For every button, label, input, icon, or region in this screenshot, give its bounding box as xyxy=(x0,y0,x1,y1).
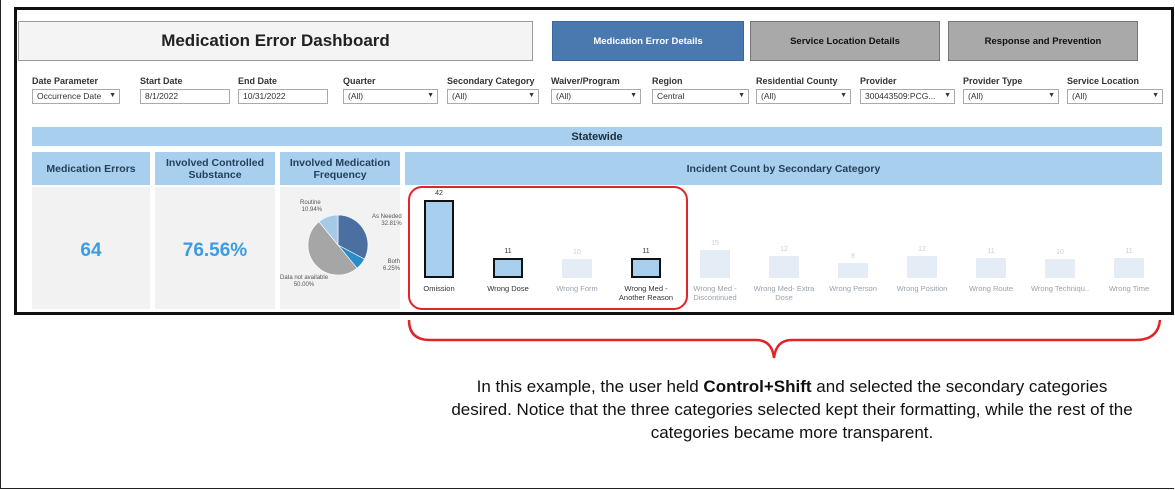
filter-value: (All) xyxy=(1072,91,1088,101)
filter-date-input[interactable]: 10/31/2022 xyxy=(238,89,328,104)
category-label[interactable]: Wrong Route xyxy=(956,284,1026,293)
filter-label: Region xyxy=(652,76,683,86)
pie-label-routine: Routine 10.94% xyxy=(300,200,323,213)
filter-dropdown[interactable]: Central ▼ xyxy=(652,89,749,104)
bar-wrong-position[interactable] xyxy=(907,255,937,278)
tab-medication-error-details[interactable]: Medication Error Details xyxy=(552,21,744,61)
filter-dropdown[interactable]: (All) ▼ xyxy=(343,89,438,104)
kpi-title-controlled-substance: Involved Controlled Substance xyxy=(155,152,275,185)
kpi-value-medication-errors: 64 xyxy=(80,240,102,261)
bar-value-label: 12 xyxy=(918,245,926,253)
filter-label: Date Parameter xyxy=(32,76,99,86)
filter-provider-type: Provider Type (All) ▼ xyxy=(963,76,1059,104)
filter-start-date: Start Date 8/1/2022 xyxy=(140,76,230,104)
filter-dropdown[interactable]: (All) ▼ xyxy=(963,89,1059,104)
caption-text: In this example, the user held Control+S… xyxy=(451,377,1133,442)
bar-value-label: 11 xyxy=(1125,247,1133,255)
filter-secondary-category: Secondary Category (All) ▼ xyxy=(447,76,539,104)
filter-label: Residential County xyxy=(756,76,838,86)
filter-value: (All) xyxy=(761,91,777,101)
tab-response-and-prevention[interactable]: Response and Prevention xyxy=(948,21,1138,61)
filter-region: Region Central ▼ xyxy=(652,76,749,104)
filter-value: Central xyxy=(657,91,685,101)
bar-value-label: 15 xyxy=(711,240,719,248)
category-label[interactable]: Wrong Med- Extra Dose xyxy=(749,284,819,302)
filter-dropdown[interactable]: (All) ▼ xyxy=(756,89,851,104)
chevron-down-icon: ▼ xyxy=(944,92,951,99)
chart-title: Incident Count by Secondary Category xyxy=(405,152,1162,185)
pie-label-both: Both 6.25% xyxy=(383,259,401,272)
filter-dropdown[interactable]: 300443509:PCG... ▼ xyxy=(860,89,955,104)
filter-dropdown[interactable]: Occurrence Date ▼ xyxy=(32,89,120,104)
filter-end-date: End Date 10/31/2022 xyxy=(238,76,328,104)
kpi-value-controlled-substance: 76.56% xyxy=(182,240,248,261)
chevron-down-icon: ▼ xyxy=(1048,92,1055,99)
bar-wrong-person[interactable] xyxy=(838,263,868,278)
tab-service-location-details[interactable]: Service Location Details xyxy=(750,21,940,61)
filter-label: Provider Type xyxy=(963,76,1023,86)
filter-date-parameter: Date Parameter Occurrence Date ▼ xyxy=(32,76,120,104)
dashboard-title: Medication Error Dashboard xyxy=(18,21,533,61)
filter-value: 10/31/2022 xyxy=(243,91,286,101)
bar-wrong-route[interactable] xyxy=(976,257,1006,278)
filter-value: (All) xyxy=(348,91,364,101)
chevron-down-icon: ▼ xyxy=(630,92,637,99)
statewide-banner: Statewide xyxy=(32,127,1162,146)
selection-highlight-outline xyxy=(408,186,688,310)
filter-dropdown[interactable]: (All) ▼ xyxy=(1067,89,1163,104)
filter-quarter: Quarter (All) ▼ xyxy=(343,76,438,104)
filter-value: (All) xyxy=(452,91,468,101)
bar-value-label: 10 xyxy=(1056,249,1064,257)
filter-label: End Date xyxy=(238,76,278,86)
pie-label-as-needed: As Needed 32.81% xyxy=(372,214,402,227)
filter-label: Service Location xyxy=(1067,76,1140,86)
filter-date-input[interactable]: 8/1/2022 xyxy=(140,89,230,104)
chevron-down-icon: ▼ xyxy=(109,92,116,99)
filter-waiver-program: Waiver/Program (All) ▼ xyxy=(551,76,641,104)
filter-service-location: Service Location (All) ▼ xyxy=(1067,76,1163,104)
category-label[interactable]: Wrong Position xyxy=(887,284,957,293)
filter-value: (All) xyxy=(556,91,572,101)
chevron-down-icon: ▼ xyxy=(738,92,745,99)
category-label[interactable]: Wrong Med - Discontinued xyxy=(680,284,750,302)
category-label[interactable]: Wrong Person xyxy=(818,284,888,293)
filter-value: (All) xyxy=(968,91,984,101)
bar-value-label: 8 xyxy=(851,253,855,261)
medication-frequency-pie[interactable] xyxy=(280,187,400,309)
pie-label-data-not-available: Data not available 50.00% xyxy=(280,275,329,288)
bar-wrong-techniqu[interactable] xyxy=(1045,259,1075,278)
filter-label: Secondary Category xyxy=(447,76,535,86)
bar-value-label: 11 xyxy=(987,247,995,255)
filter-provider: Provider 300443509:PCG... ▼ xyxy=(860,76,955,104)
filter-value: 300443509:PCG... xyxy=(865,91,936,101)
category-label[interactable]: Wrong Techniqu.. xyxy=(1025,284,1095,293)
filter-residential-county: Residential County (All) ▼ xyxy=(756,76,851,104)
chevron-down-icon: ▼ xyxy=(427,92,434,99)
chevron-down-icon: ▼ xyxy=(1152,92,1159,99)
filter-value: Occurrence Date xyxy=(37,91,102,101)
filter-label: Waiver/Program xyxy=(551,76,620,86)
bar-wrong-med-extra-dose[interactable] xyxy=(769,255,799,278)
category-label[interactable]: Wrong Time xyxy=(1094,284,1164,293)
filter-label: Quarter xyxy=(343,76,376,86)
annotation-bracket xyxy=(407,319,1162,359)
filter-dropdown[interactable]: (All) ▼ xyxy=(551,89,641,104)
kpi-title-medication-frequency: Involved Medication Frequency xyxy=(280,152,400,185)
filter-dropdown[interactable]: (All) ▼ xyxy=(447,89,539,104)
filter-label: Provider xyxy=(860,76,897,86)
chevron-down-icon: ▼ xyxy=(840,92,847,99)
filter-value: 8/1/2022 xyxy=(145,91,179,101)
bar-value-label: 12 xyxy=(780,245,788,253)
bar-wrong-med-discontinued[interactable] xyxy=(700,250,730,278)
kpi-title-medication-errors: Medication Errors xyxy=(32,152,150,185)
bar-wrong-time[interactable] xyxy=(1114,257,1144,278)
chevron-down-icon: ▼ xyxy=(528,92,535,99)
filter-label: Start Date xyxy=(140,76,183,86)
